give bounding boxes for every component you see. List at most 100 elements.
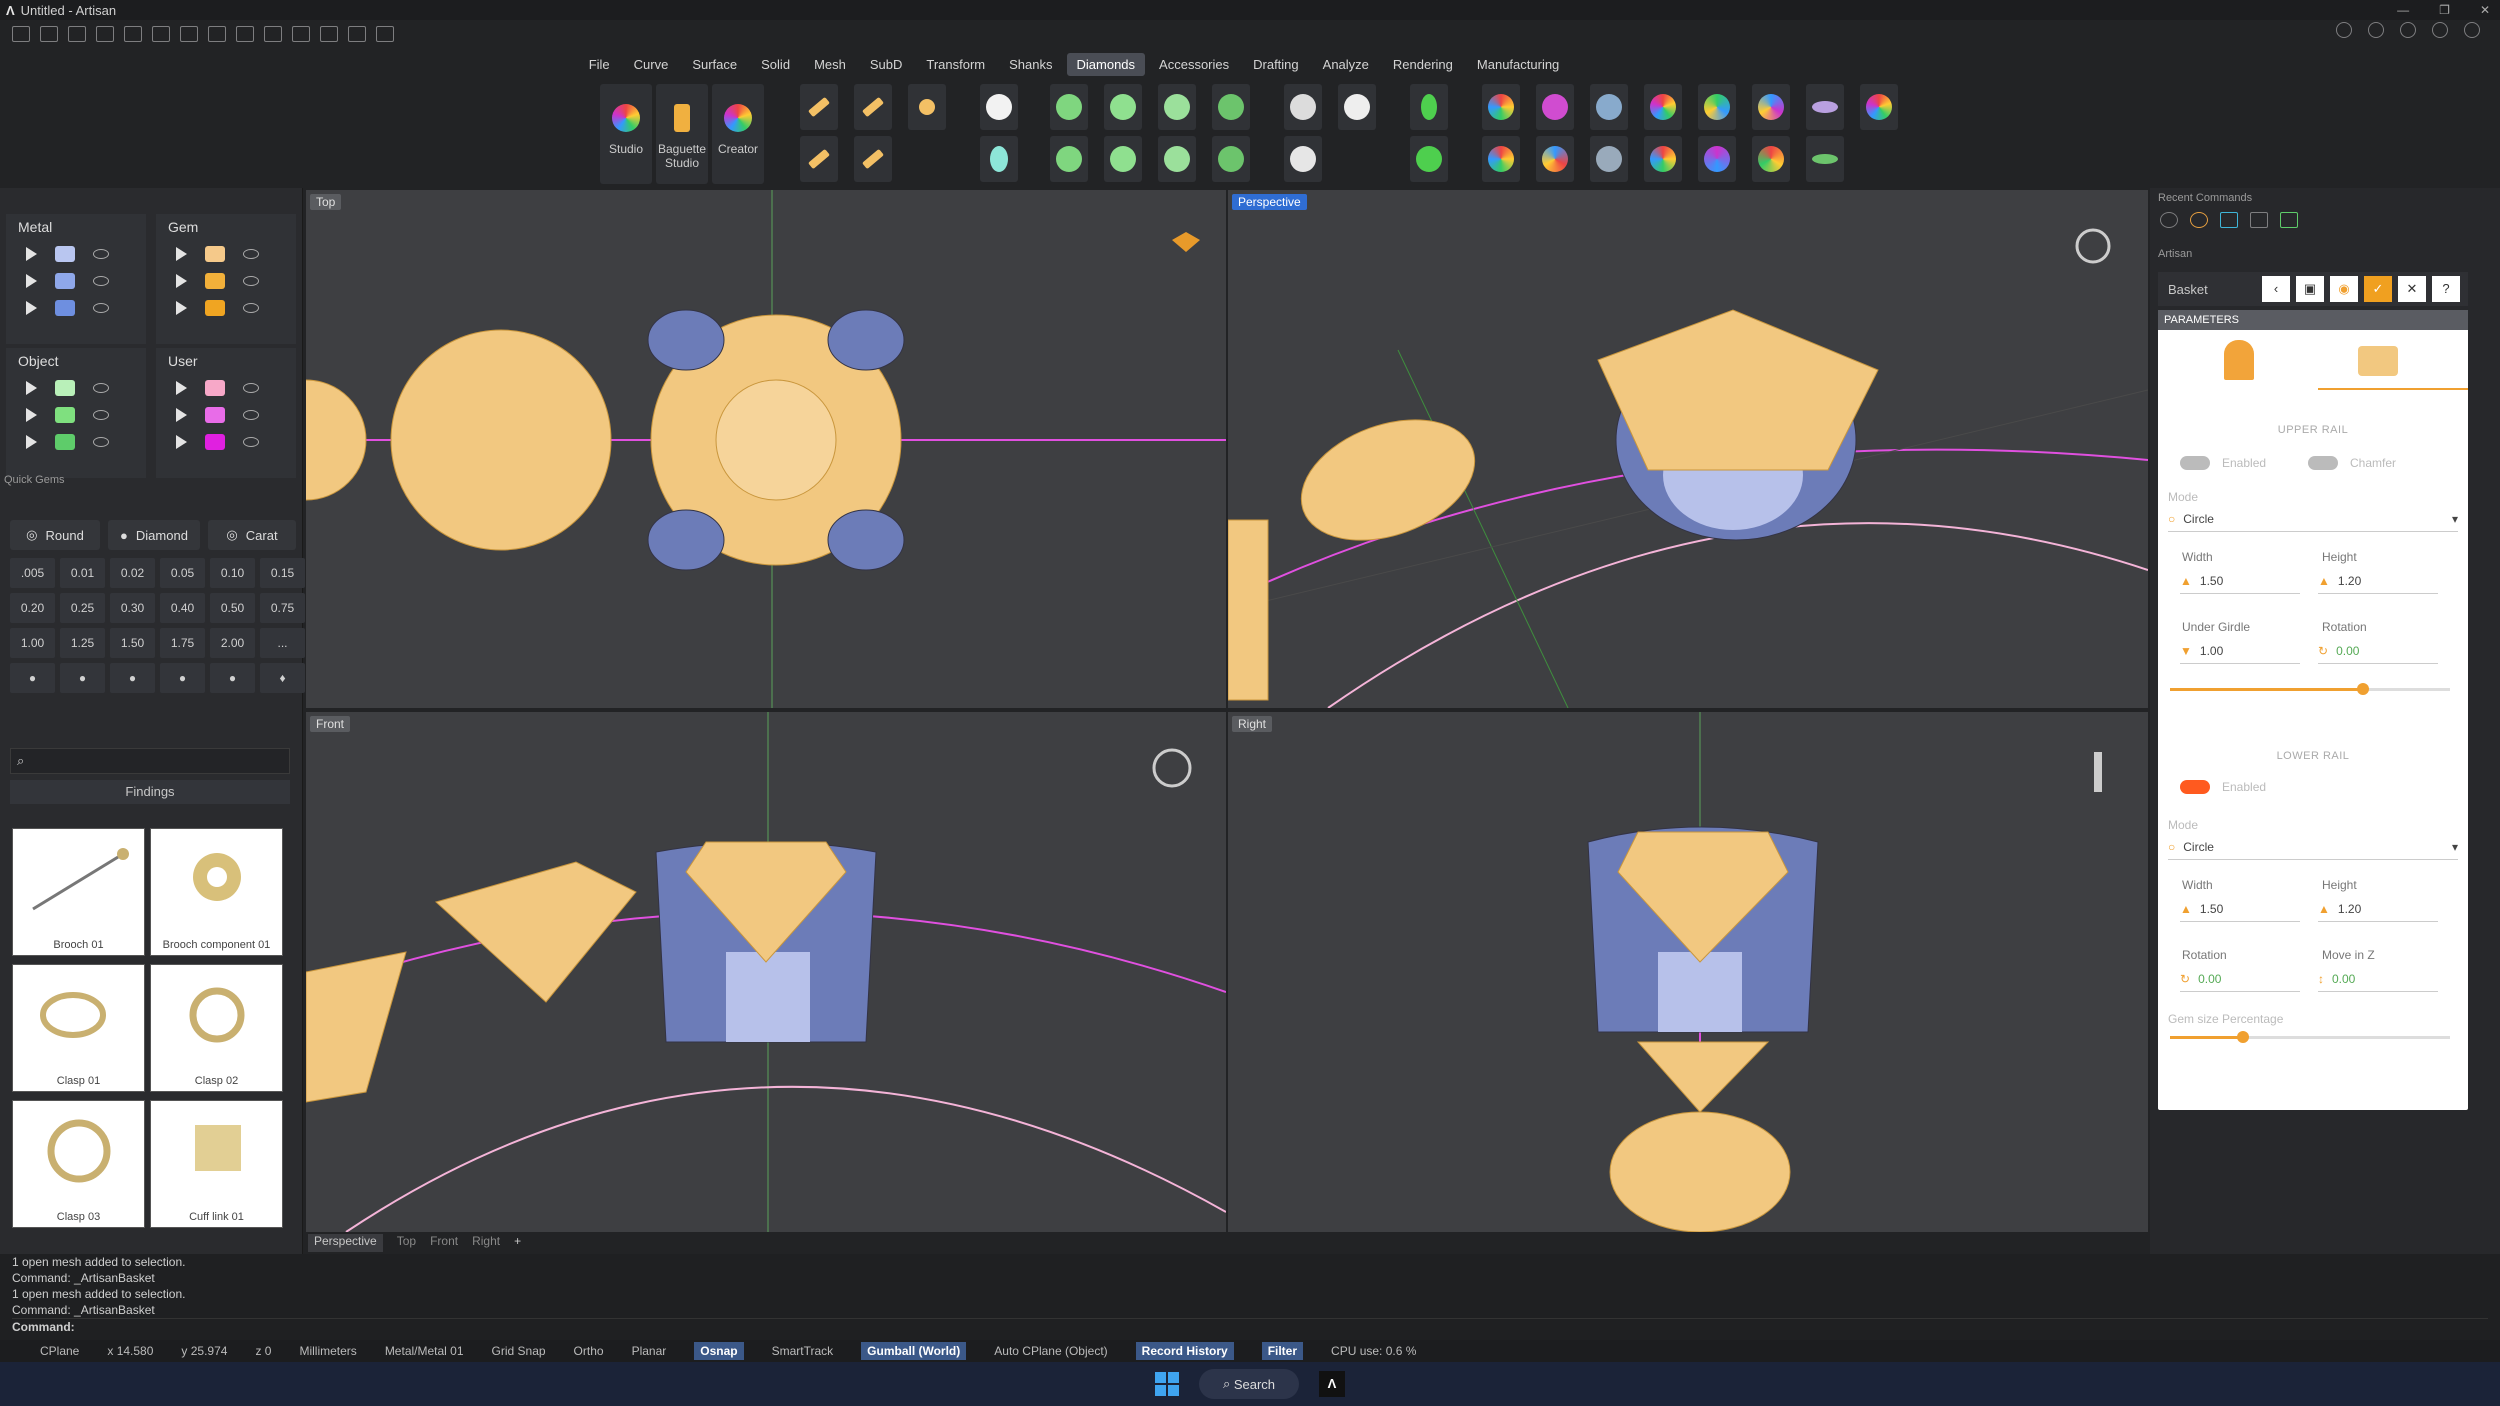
gem-shape-icon[interactable]: ●: [60, 663, 105, 693]
current-layer[interactable]: Metal/Metal 01: [385, 1344, 464, 1358]
eye-icon[interactable]: [243, 382, 259, 393]
viewport-top-label[interactable]: Top: [310, 194, 342, 210]
viewport-right-label[interactable]: Right: [1232, 716, 1273, 732]
play-icon[interactable]: [26, 273, 37, 288]
baguette-studio-button[interactable]: Baguette Studio: [656, 84, 708, 184]
play-icon[interactable]: [176, 407, 187, 422]
play-icon[interactable]: [176, 300, 187, 315]
carat-mode-button[interactable]: ◎ Carat: [208, 520, 296, 550]
filter-toggle[interactable]: Filter: [1261, 1342, 1304, 1360]
profile-tab-icon[interactable]: [2224, 340, 2254, 380]
diamond-mode-button[interactable]: ● Diamond: [108, 520, 200, 550]
eye-icon[interactable]: [93, 436, 109, 447]
library-item[interactable]: Brooch component 01: [150, 828, 283, 956]
library-item[interactable]: Clasp 01: [12, 964, 145, 1092]
library-search-input[interactable]: ⌕: [10, 748, 290, 774]
units-status[interactable]: Millimeters: [299, 1344, 356, 1358]
viewport-perspective[interactable]: Perspective: [1228, 190, 2148, 708]
recent-command-icon[interactable]: [2280, 212, 2298, 228]
gumball-toggle[interactable]: Gumball (World): [861, 1342, 967, 1360]
play-icon[interactable]: [26, 246, 37, 261]
viewport-front-label[interactable]: Front: [310, 716, 351, 732]
view-gizmo[interactable]: [1172, 232, 1200, 252]
gem-size-slider-knob[interactable]: [2236, 1031, 2249, 1043]
eye-icon[interactable]: [243, 248, 259, 259]
cplane-status[interactable]: CPlane: [40, 1344, 79, 1358]
menu-shanks[interactable]: Shanks: [999, 53, 1062, 76]
menu-solid[interactable]: Solid: [751, 53, 800, 76]
gem-size-button[interactable]: 1.50: [110, 628, 155, 658]
halo-tool[interactable]: [1158, 84, 1196, 130]
play-icon[interactable]: [176, 434, 187, 449]
basket-tool[interactable]: [1050, 136, 1088, 182]
menu-drafting[interactable]: Drafting: [1243, 53, 1309, 76]
menu-transform[interactable]: Transform: [916, 53, 995, 76]
lower-width-field[interactable]: ▲ 1.50: [2180, 896, 2300, 922]
layer-row[interactable]: [156, 428, 296, 455]
record-history-toggle[interactable]: Record History: [1135, 1342, 1234, 1360]
layer-color-swatch[interactable]: [55, 245, 75, 262]
layer-color-swatch[interactable]: [205, 272, 225, 289]
tab-front[interactable]: Front: [430, 1234, 458, 1252]
creator-button[interactable]: Creator: [712, 84, 764, 184]
gem-shape-icon[interactable]: ♦: [260, 663, 305, 693]
upper-mode-select[interactable]: ○ Circle ▾: [2168, 506, 2458, 532]
save-button[interactable]: ▣: [2296, 276, 2324, 302]
gem-line-tool[interactable]: [1590, 136, 1628, 182]
library-section-header[interactable]: Findings: [10, 780, 290, 804]
confirm-button[interactable]: ✓: [2364, 276, 2392, 302]
eye-icon[interactable]: [93, 275, 109, 286]
layer-row[interactable]: [156, 401, 296, 428]
layer-color-swatch[interactable]: [205, 379, 225, 396]
gem-slice-tool[interactable]: [1806, 136, 1844, 182]
play-icon[interactable]: [176, 246, 187, 261]
menu-manufacturing[interactable]: Manufacturing: [1467, 53, 1569, 76]
parameters-header[interactable]: PARAMETERS: [2158, 310, 2468, 330]
planar-toggle[interactable]: Planar: [632, 1344, 667, 1358]
layer-color-swatch[interactable]: [55, 379, 75, 396]
new-template-icon[interactable]: [40, 26, 58, 42]
auto-cplane-toggle[interactable]: Auto CPlane (Object): [994, 1344, 1107, 1358]
layer-row[interactable]: [156, 294, 296, 321]
export-icon[interactable]: [236, 26, 254, 42]
play-icon[interactable]: [176, 380, 187, 395]
eye-icon[interactable]: [93, 302, 109, 313]
gem-size-button[interactable]: 0.30: [110, 593, 155, 623]
info-icon[interactable]: [2368, 22, 2384, 38]
save-as-icon[interactable]: [208, 26, 226, 42]
tab-top[interactable]: Top: [397, 1234, 416, 1252]
gem-rotate-tool[interactable]: [1536, 136, 1574, 182]
taskbar-search[interactable]: ⌕ Search: [1199, 1369, 1299, 1399]
layer-color-swatch[interactable]: [55, 406, 75, 423]
library-item[interactable]: Brooch 01: [12, 828, 145, 956]
gem-size-slider-track[interactable]: [2170, 1031, 2450, 1043]
layer-color-swatch[interactable]: [55, 272, 75, 289]
settings-icon[interactable]: [376, 26, 394, 42]
channel-tool[interactable]: [1104, 136, 1142, 182]
gem-search-tool[interactable]: [1590, 84, 1628, 130]
gem-size-button[interactable]: 0.75: [260, 593, 305, 623]
gems-on-surface-tool[interactable]: [800, 136, 838, 182]
layer-row[interactable]: [156, 240, 296, 267]
eye-icon[interactable]: [243, 409, 259, 420]
gem-size-button[interactable]: 0.40: [160, 593, 205, 623]
magnet-tool[interactable]: [1536, 84, 1574, 130]
library-item[interactable]: Cuff link 01: [150, 1100, 283, 1228]
menu-mesh[interactable]: Mesh: [804, 53, 856, 76]
layer-row[interactable]: [6, 294, 146, 321]
gem-spin-tool[interactable]: [1752, 136, 1790, 182]
gem-size-button[interactable]: 0.05: [160, 558, 205, 588]
bezel-tool[interactable]: [1104, 84, 1142, 130]
lower-mode-select[interactable]: ○ Circle ▾: [2168, 834, 2458, 860]
gem-color-tool[interactable]: [1644, 84, 1682, 130]
gem-size-button[interactable]: 0.01: [60, 558, 105, 588]
gem-weight-tool[interactable]: [1752, 84, 1790, 130]
help-button[interactable]: ?: [2432, 276, 2460, 302]
analyze-gems-tool[interactable]: [1482, 84, 1520, 130]
studio-button[interactable]: Studio: [600, 84, 652, 184]
align-icon[interactable]: [292, 26, 310, 42]
eye-icon[interactable]: [93, 382, 109, 393]
grid-snap-toggle[interactable]: Grid Snap: [492, 1344, 546, 1358]
lock-icon[interactable]: [2336, 22, 2352, 38]
layer-row[interactable]: [6, 401, 146, 428]
